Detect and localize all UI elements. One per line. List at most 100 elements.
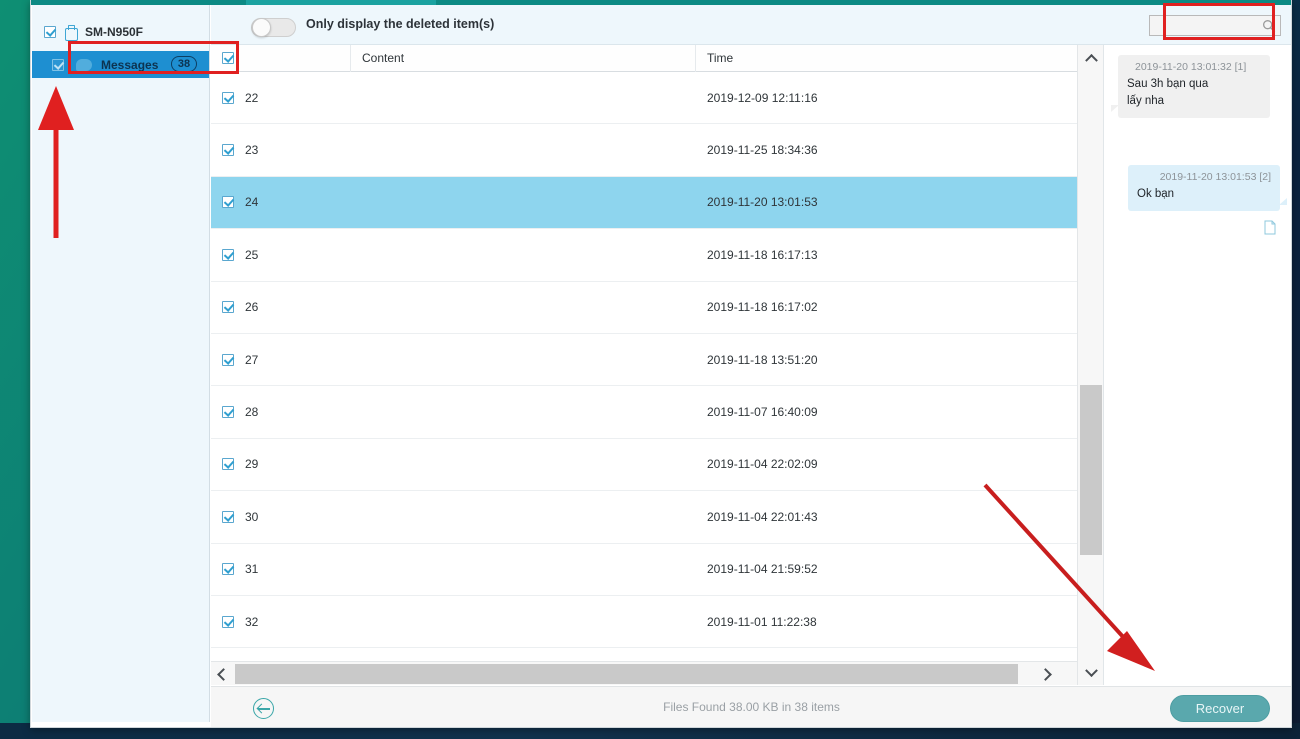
message-bubble-time: 2019-11-20 13:01:53 [2]	[1137, 171, 1271, 183]
search-input[interactable]	[1150, 17, 1258, 36]
table-row[interactable]: 292019-11-04 22:02:09	[211, 439, 1077, 491]
messages-checkbox[interactable]	[52, 59, 64, 71]
table-row[interactable]: 28 2019-11-07 16:40:09	[211, 386, 1077, 438]
table-cell-content	[351, 543, 696, 595]
table-cell-select: 32	[211, 595, 351, 647]
messages-count-badge: 38	[171, 56, 197, 72]
statusbar: Files Found 38.00 KB in 38 items Recover	[211, 686, 1292, 727]
row-index: 27	[245, 353, 258, 367]
table-cell-content	[351, 229, 696, 281]
row-checkbox[interactable]	[222, 511, 234, 523]
row-index: 23	[245, 143, 258, 157]
row-checkbox[interactable]	[222, 406, 234, 418]
row-index: 28	[245, 405, 258, 419]
table-cell-select: 28	[211, 386, 351, 438]
table-cell-content	[351, 72, 696, 124]
chevron-left-icon	[217, 668, 230, 681]
row-checkbox[interactable]	[222, 144, 234, 156]
message-bubble-incoming: 2019-11-20 13:01:32 [1] Sau 3h bạn qualấ…	[1118, 55, 1270, 118]
sidebar-item-device[interactable]: SM-N950F	[32, 19, 209, 44]
table-row[interactable]: 23 2019-11-25 18:34:36	[211, 124, 1077, 176]
desktop-background-left	[0, 0, 30, 739]
table-header-cell-select	[211, 45, 351, 72]
table-cell-select: 25	[211, 229, 351, 281]
only-deleted-toggle[interactable]	[251, 18, 296, 37]
row-index: 32	[245, 615, 258, 629]
row-index: 22	[245, 91, 258, 105]
table-cell-select: 22	[211, 72, 351, 124]
toggle-knob	[252, 18, 271, 37]
table-row[interactable]: 242019-11-20 13:01:53	[211, 177, 1077, 229]
device-checkbox[interactable]	[44, 26, 56, 38]
row-checkbox[interactable]	[222, 301, 234, 313]
message-bubble-text: Sau 3h bạn qualấy nha	[1127, 76, 1261, 110]
row-index: 29	[245, 457, 258, 471]
search-icon[interactable]	[1262, 19, 1276, 33]
toolbar: Only display the deleted item(s)	[211, 5, 1292, 45]
table-cell-content	[351, 124, 696, 176]
message-bubble-outgoing: 2019-11-20 13:01:53 [2] Ok bạn	[1128, 165, 1280, 211]
table-row[interactable]: 25 2019-11-18 16:17:13	[211, 229, 1077, 281]
table-horizontal-scrollbar[interactable]	[211, 661, 1077, 685]
table-cell-select: 29	[211, 438, 351, 490]
search-box[interactable]	[1149, 15, 1281, 36]
red-arrow-diagonal-annotation	[975, 475, 1170, 685]
row-index: 26	[245, 300, 258, 314]
usb-device-icon	[65, 25, 76, 39]
table-cell-content	[351, 595, 696, 647]
table-cell-time: 2019-11-18 16:17:02	[696, 281, 1076, 333]
message-bubble-time: 2019-11-20 13:01:32 [1]	[1127, 61, 1261, 73]
status-text: Files Found 38.00 KB in 38 items	[211, 700, 1292, 714]
table-cell-content	[351, 491, 696, 543]
document-icon[interactable]	[1264, 220, 1276, 235]
message-icon	[76, 59, 92, 71]
scroll-up-button[interactable]	[1078, 45, 1104, 69]
chevron-up-icon	[1085, 53, 1098, 66]
table-cell-time: 2019-11-18 13:51:20	[696, 333, 1076, 385]
row-checkbox[interactable]	[222, 354, 234, 366]
device-label: SM-N950F	[85, 25, 143, 39]
message-bubble-text: Ok bạn	[1137, 186, 1271, 203]
table-row[interactable]: 322019-11-01 11:22:38	[211, 596, 1077, 648]
row-checkbox[interactable]	[222, 616, 234, 628]
table-cell-content	[351, 386, 696, 438]
row-checkbox[interactable]	[222, 92, 234, 104]
table-cell-select: 26	[211, 281, 351, 333]
table-row[interactable]: 312019-11-04 21:59:52	[211, 544, 1077, 596]
table-cell-content	[351, 281, 696, 333]
table-cell-select: 24	[211, 176, 351, 228]
row-checkbox[interactable]	[222, 249, 234, 261]
messages-label: Messages	[101, 58, 158, 72]
table-cell-select: 23	[211, 124, 351, 176]
row-checkbox[interactable]	[222, 196, 234, 208]
table-row[interactable]: 222019-12-09 12:11:16	[211, 72, 1077, 124]
sidebar-item-messages[interactable]: Messages 38	[32, 51, 209, 78]
table-body: 222019-12-09 12:11:16 23 2019-11-25 18:34:…	[211, 72, 1077, 648]
table-cell-time: 2019-11-18 16:17:13	[696, 229, 1076, 281]
table-row[interactable]: 27 2019-11-18 13:51:20	[211, 334, 1077, 386]
table-header-cell-time[interactable]: Time	[696, 45, 1076, 72]
table-cell-content	[351, 438, 696, 490]
row-index: 30	[245, 510, 258, 524]
table-row[interactable]: 302019-11-04 22:01:43	[211, 491, 1077, 543]
horizontal-scrollbar-thumb[interactable]	[235, 664, 1018, 684]
scroll-left-button[interactable]	[211, 662, 235, 686]
table-header-row: Content Time	[211, 45, 1077, 72]
table-header-cell-content[interactable]: Content	[351, 45, 696, 72]
row-index: 31	[245, 562, 258, 576]
select-all-checkbox[interactable]	[222, 52, 234, 64]
items-table: Content Time 222019-12-09 12:11:16 23 2019…	[211, 45, 1077, 685]
row-index: 24	[245, 195, 258, 209]
row-checkbox[interactable]	[222, 563, 234, 575]
only-deleted-toggle-label: Only display the deleted item(s)	[306, 17, 494, 31]
table-cell-select: 30	[211, 491, 351, 543]
table-cell-time: 2019-11-25 18:34:36	[696, 124, 1076, 176]
table-row[interactable]: 26 2019-11-18 16:17:02	[211, 282, 1077, 334]
red-arrow-up-annotation	[30, 78, 90, 243]
table-cell-time: 2019-11-07 16:40:09	[696, 386, 1076, 438]
row-index: 25	[245, 248, 258, 262]
table-cell-content	[351, 176, 696, 228]
row-checkbox[interactable]	[222, 458, 234, 470]
recover-button[interactable]: Recover	[1170, 695, 1270, 722]
table-cell-select: 31	[211, 543, 351, 595]
